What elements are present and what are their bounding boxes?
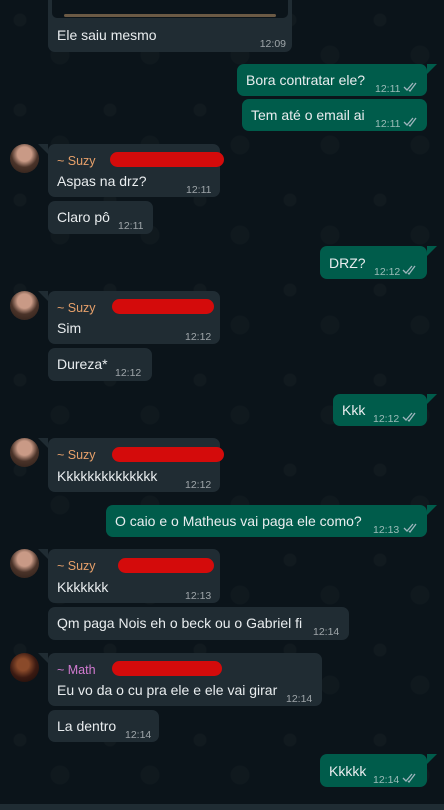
composer-edge <box>0 804 444 810</box>
message-text: Kkkkkkkkkkkkkk <box>57 468 158 484</box>
redaction-mark <box>110 152 224 167</box>
message-bubble-incoming[interactable]: Dureza* 12:12 <box>48 348 152 381</box>
message-text: O caio e o Matheus vai paga ele como? <box>115 513 362 529</box>
bubble-tail <box>427 754 437 764</box>
sender-name[interactable]: ~ Math <box>57 661 96 679</box>
message-time: 12:11 <box>375 83 401 95</box>
redaction-mark <box>112 447 224 462</box>
message-time: 12:14 <box>373 774 400 786</box>
bubble-tail <box>38 438 48 448</box>
message-bubble[interactable]: Ele saiu mesmo 12:09 <box>48 0 292 52</box>
message-time: 12:11 <box>375 118 401 130</box>
message-text: Kkkkk <box>329 763 367 779</box>
message-text: Tem até o email ai <box>251 107 365 123</box>
message-time: 12:13 <box>373 524 400 536</box>
avatar[interactable] <box>10 144 39 173</box>
bubble-tail <box>427 394 437 404</box>
message-bubble-incoming[interactable]: ~ Suzy Kkkkkkkkkkkkkk 12:12 <box>48 438 224 492</box>
message-bubble-incoming[interactable]: ~ Math Eu vo da o cu pra ele e ele vai g… <box>48 653 322 706</box>
message-text: La dentro <box>57 718 117 734</box>
message-bubble-outgoing[interactable]: Kkk 12:12 <box>333 394 427 426</box>
message-bubble-outgoing[interactable]: O caio e o Matheus vai paga ele como? 12… <box>106 505 427 537</box>
message-time: 12:14 <box>125 729 152 741</box>
message-bubble-incoming[interactable]: La dentro 12:14 <box>48 710 159 742</box>
bubble-tail <box>427 64 437 74</box>
message-text: Qm paga Nois eh o beck ou o Gabriel fi <box>57 615 303 631</box>
double-check-icon <box>402 265 416 275</box>
message-time: 12:12 <box>185 331 212 343</box>
sender-name[interactable]: ~ Suzy <box>57 557 96 575</box>
double-check-icon <box>403 523 417 533</box>
message-time: 12:13 <box>185 590 212 602</box>
redaction-mark <box>112 661 222 676</box>
avatar[interactable] <box>10 438 39 467</box>
message-time: 12:12 <box>185 479 212 491</box>
message-bubble-outgoing[interactable]: Tem até o email ai 12:11 <box>242 99 427 131</box>
message-bubble-outgoing[interactable]: Kkkkk 12:14 <box>320 754 427 787</box>
bubble-tail <box>38 549 48 559</box>
message-text: Ele saiu mesmo <box>57 27 157 43</box>
message-bubble-incoming[interactable]: ~ Suzy Sim 12:12 <box>48 291 220 344</box>
bubble-tail <box>38 291 48 301</box>
message-text: Bora contratar ele? <box>246 72 366 88</box>
avatar[interactable] <box>10 291 39 320</box>
message-text: Eu vo da o cu pra ele e ele vai girar <box>57 682 278 698</box>
message-text: Kkkkkkk <box>57 579 109 595</box>
message-text: DRZ? <box>329 255 366 271</box>
message-bubble-incoming[interactable]: Claro pô 12:11 <box>48 201 153 234</box>
message-bubble-incoming[interactable]: ~ Suzy Aspas na drz? 12:11 <box>48 144 224 197</box>
media-preview[interactable] <box>52 0 288 18</box>
message-text: Aspas na drz? <box>57 173 147 189</box>
double-check-icon <box>402 773 416 783</box>
redaction-mark <box>118 558 214 573</box>
sender-name[interactable]: ~ Suzy <box>57 299 96 317</box>
double-check-icon <box>403 117 417 127</box>
message-time: 12:09 <box>259 38 286 50</box>
message-time: 12:14 <box>313 626 340 638</box>
message-text: Claro pô <box>57 209 110 225</box>
message-bubble-incoming[interactable]: Qm paga Nois eh o beck ou o Gabriel fi 1… <box>48 607 349 640</box>
avatar[interactable] <box>10 653 39 682</box>
redaction-mark <box>112 299 214 314</box>
message-bubble-incoming[interactable]: ~ Suzy Kkkkkkk 12:13 <box>48 549 220 603</box>
message-time: 12:11 <box>118 220 144 232</box>
message-text: Kkk <box>342 402 366 418</box>
message-time: 12:12 <box>115 367 142 379</box>
message-time: 12:12 <box>373 413 400 425</box>
double-check-icon <box>403 82 417 92</box>
message-text: Dureza* <box>57 356 108 372</box>
bubble-tail <box>38 653 48 663</box>
message-time: 12:12 <box>374 266 401 278</box>
bubble-tail <box>427 505 437 515</box>
message-bubble-outgoing[interactable]: Bora contratar ele? 12:11 <box>237 64 427 96</box>
avatar[interactable] <box>10 549 39 578</box>
sender-name[interactable]: ~ Suzy <box>57 152 96 170</box>
message-text: Sim <box>57 320 82 336</box>
message-time: 12:11 <box>186 184 212 196</box>
message-time: 12:14 <box>286 693 313 705</box>
bubble-tail <box>427 246 437 256</box>
sender-name[interactable]: ~ Suzy <box>57 446 96 464</box>
double-check-icon <box>402 412 416 422</box>
message-bubble-outgoing[interactable]: DRZ? 12:12 <box>320 246 427 279</box>
bubble-tail <box>38 144 48 154</box>
